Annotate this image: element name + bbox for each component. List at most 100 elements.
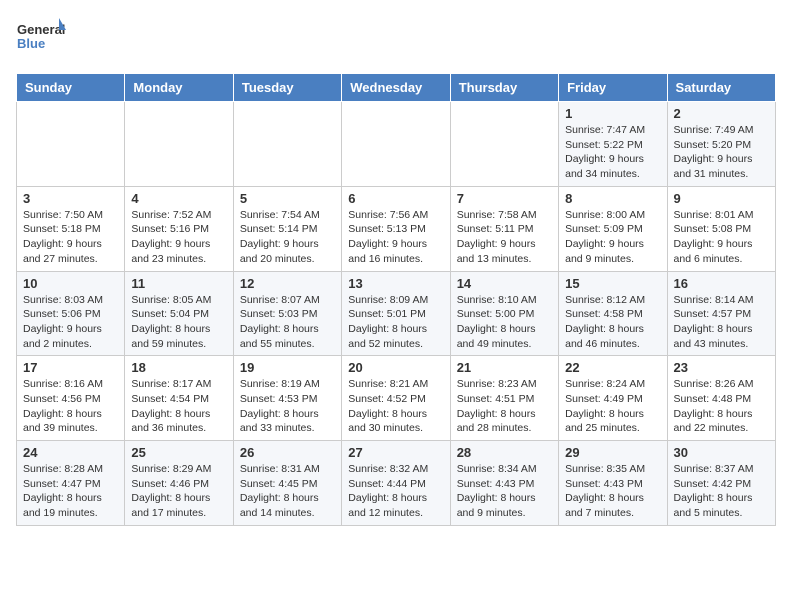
calendar-cell: 12 Sunrise: 8:07 AM Sunset: 5:03 PM Dayli…	[233, 271, 341, 356]
col-header-tuesday: Tuesday	[233, 74, 341, 102]
day-number: 23	[674, 360, 769, 375]
day-number: 10	[23, 276, 118, 291]
day-number: 25	[131, 445, 226, 460]
calendar-cell: 28Sunrise: 8:34 AM Sunset: 4:43 PM Dayli…	[450, 441, 558, 526]
calendar-cell: 22 Sunrise: 8:24 AM Sunset: 4:49 PM Dayli…	[559, 356, 667, 441]
cell-info: Sunrise: 8:10 AM Sunset: 5:00 PM Dayligh…	[457, 293, 552, 352]
col-header-wednesday: Wednesday	[342, 74, 450, 102]
day-number: 15	[565, 276, 660, 291]
cell-info: Sunrise: 8:37 AM Sunset: 4:42 PM Dayligh…	[674, 462, 769, 521]
calendar-header-row: SundayMondayTuesdayWednesdayThursdayFrid…	[17, 74, 776, 102]
svg-text:Blue: Blue	[17, 36, 45, 51]
day-number: 18	[131, 360, 226, 375]
calendar-cell: 1Sunrise: 7:47 AM Sunset: 5:22 PM Daylig…	[559, 102, 667, 187]
cell-info: Sunrise: 8:24 AM Sunset: 4:49 PM Dayligh…	[565, 377, 660, 436]
cell-info: Sunrise: 8:00 AM Sunset: 5:09 PM Dayligh…	[565, 208, 660, 267]
cell-info: Sunrise: 8:29 AM Sunset: 4:46 PM Dayligh…	[131, 462, 226, 521]
calendar-cell: 29 Sunrise: 8:35 AM Sunset: 4:43 PM Dayli…	[559, 441, 667, 526]
cell-info: Sunrise: 8:03 AM Sunset: 5:06 PM Dayligh…	[23, 293, 118, 352]
calendar-cell: 8 Sunrise: 8:00 AM Sunset: 5:09 PM Daylig…	[559, 186, 667, 271]
day-number: 4	[131, 191, 226, 206]
calendar-cell: 15 Sunrise: 8:12 AM Sunset: 4:58 PM Dayli…	[559, 271, 667, 356]
day-number: 14	[457, 276, 552, 291]
day-number: 16	[674, 276, 769, 291]
calendar-cell	[450, 102, 558, 187]
calendar-cell: 5 Sunrise: 7:54 AM Sunset: 5:14 PM Daylig…	[233, 186, 341, 271]
cell-info: Sunrise: 8:16 AM Sunset: 4:56 PM Dayligh…	[23, 377, 118, 436]
cell-info: Sunrise: 8:35 AM Sunset: 4:43 PM Dayligh…	[565, 462, 660, 521]
day-number: 11	[131, 276, 226, 291]
cell-info: Sunrise: 8:26 AM Sunset: 4:48 PM Dayligh…	[674, 377, 769, 436]
cell-info: Sunrise: 8:28 AM Sunset: 4:47 PM Dayligh…	[23, 462, 118, 521]
calendar-cell: 10 Sunrise: 8:03 AM Sunset: 5:06 PM Dayli…	[17, 271, 125, 356]
calendar-cell: 4 Sunrise: 7:52 AM Sunset: 5:16 PM Daylig…	[125, 186, 233, 271]
calendar-cell	[342, 102, 450, 187]
calendar-cell: 3 Sunrise: 7:50 AM Sunset: 5:18 PM Daylig…	[17, 186, 125, 271]
cell-info: Sunrise: 7:54 AM Sunset: 5:14 PM Dayligh…	[240, 208, 335, 267]
day-number: 21	[457, 360, 552, 375]
cell-info: Sunrise: 7:52 AM Sunset: 5:16 PM Dayligh…	[131, 208, 226, 267]
day-number: 6	[348, 191, 443, 206]
col-header-sunday: Sunday	[17, 74, 125, 102]
cell-info: Sunrise: 8:19 AM Sunset: 4:53 PM Dayligh…	[240, 377, 335, 436]
calendar-cell: 24 Sunrise: 8:28 AM Sunset: 4:47 PM Dayli…	[17, 441, 125, 526]
cell-info: Sunrise: 8:31 AM Sunset: 4:45 PM Dayligh…	[240, 462, 335, 521]
day-number: 19	[240, 360, 335, 375]
calendar-cell: 23 Sunrise: 8:26 AM Sunset: 4:48 PM Dayli…	[667, 356, 775, 441]
week-row-5: 24 Sunrise: 8:28 AM Sunset: 4:47 PM Dayli…	[17, 441, 776, 526]
calendar-cell: 19 Sunrise: 8:19 AM Sunset: 4:53 PM Dayli…	[233, 356, 341, 441]
calendar-cell: 11 Sunrise: 8:05 AM Sunset: 5:04 PM Dayli…	[125, 271, 233, 356]
col-header-monday: Monday	[125, 74, 233, 102]
cell-info: Sunrise: 8:09 AM Sunset: 5:01 PM Dayligh…	[348, 293, 443, 352]
day-number: 27	[348, 445, 443, 460]
calendar-cell	[125, 102, 233, 187]
page-header: General Blue	[16, 16, 776, 61]
calendar-cell: 6 Sunrise: 7:56 AM Sunset: 5:13 PM Daylig…	[342, 186, 450, 271]
day-number: 2	[674, 106, 769, 121]
day-number: 7	[457, 191, 552, 206]
day-number: 24	[23, 445, 118, 460]
day-number: 29	[565, 445, 660, 460]
week-row-1: 1Sunrise: 7:47 AM Sunset: 5:22 PM Daylig…	[17, 102, 776, 187]
cell-info: Sunrise: 7:47 AM Sunset: 5:22 PM Dayligh…	[565, 123, 660, 182]
col-header-thursday: Thursday	[450, 74, 558, 102]
day-number: 5	[240, 191, 335, 206]
calendar-cell: 14 Sunrise: 8:10 AM Sunset: 5:00 PM Dayli…	[450, 271, 558, 356]
logo: General Blue	[16, 16, 66, 61]
logo-svg: General Blue	[16, 16, 66, 61]
week-row-2: 3 Sunrise: 7:50 AM Sunset: 5:18 PM Daylig…	[17, 186, 776, 271]
cell-info: Sunrise: 7:50 AM Sunset: 5:18 PM Dayligh…	[23, 208, 118, 267]
calendar-cell	[233, 102, 341, 187]
calendar-cell: 20Sunrise: 8:21 AM Sunset: 4:52 PM Dayli…	[342, 356, 450, 441]
cell-info: Sunrise: 7:56 AM Sunset: 5:13 PM Dayligh…	[348, 208, 443, 267]
day-number: 26	[240, 445, 335, 460]
day-number: 8	[565, 191, 660, 206]
calendar-cell: 7 Sunrise: 7:58 AM Sunset: 5:11 PM Daylig…	[450, 186, 558, 271]
calendar-cell: 25 Sunrise: 8:29 AM Sunset: 4:46 PM Dayli…	[125, 441, 233, 526]
day-number: 22	[565, 360, 660, 375]
day-number: 12	[240, 276, 335, 291]
day-number: 17	[23, 360, 118, 375]
calendar-table: SundayMondayTuesdayWednesdayThursdayFrid…	[16, 73, 776, 526]
cell-info: Sunrise: 8:07 AM Sunset: 5:03 PM Dayligh…	[240, 293, 335, 352]
calendar-cell	[17, 102, 125, 187]
calendar-cell: 13Sunrise: 8:09 AM Sunset: 5:01 PM Dayli…	[342, 271, 450, 356]
calendar-cell: 27 Sunrise: 8:32 AM Sunset: 4:44 PM Dayli…	[342, 441, 450, 526]
calendar-cell: 16 Sunrise: 8:14 AM Sunset: 4:57 PM Dayli…	[667, 271, 775, 356]
cell-info: Sunrise: 8:12 AM Sunset: 4:58 PM Dayligh…	[565, 293, 660, 352]
calendar-cell: 18 Sunrise: 8:17 AM Sunset: 4:54 PM Dayli…	[125, 356, 233, 441]
day-number: 30	[674, 445, 769, 460]
cell-info: Sunrise: 8:05 AM Sunset: 5:04 PM Dayligh…	[131, 293, 226, 352]
calendar-cell: 30 Sunrise: 8:37 AM Sunset: 4:42 PM Dayli…	[667, 441, 775, 526]
day-number: 28	[457, 445, 552, 460]
cell-info: Sunrise: 7:49 AM Sunset: 5:20 PM Dayligh…	[674, 123, 769, 182]
cell-info: Sunrise: 8:32 AM Sunset: 4:44 PM Dayligh…	[348, 462, 443, 521]
day-number: 3	[23, 191, 118, 206]
cell-info: Sunrise: 8:14 AM Sunset: 4:57 PM Dayligh…	[674, 293, 769, 352]
week-row-4: 17 Sunrise: 8:16 AM Sunset: 4:56 PM Dayli…	[17, 356, 776, 441]
week-row-3: 10 Sunrise: 8:03 AM Sunset: 5:06 PM Dayli…	[17, 271, 776, 356]
cell-info: Sunrise: 7:58 AM Sunset: 5:11 PM Dayligh…	[457, 208, 552, 267]
cell-info: Sunrise: 8:17 AM Sunset: 4:54 PM Dayligh…	[131, 377, 226, 436]
day-number: 9	[674, 191, 769, 206]
calendar-cell: 9Sunrise: 8:01 AM Sunset: 5:08 PM Daylig…	[667, 186, 775, 271]
